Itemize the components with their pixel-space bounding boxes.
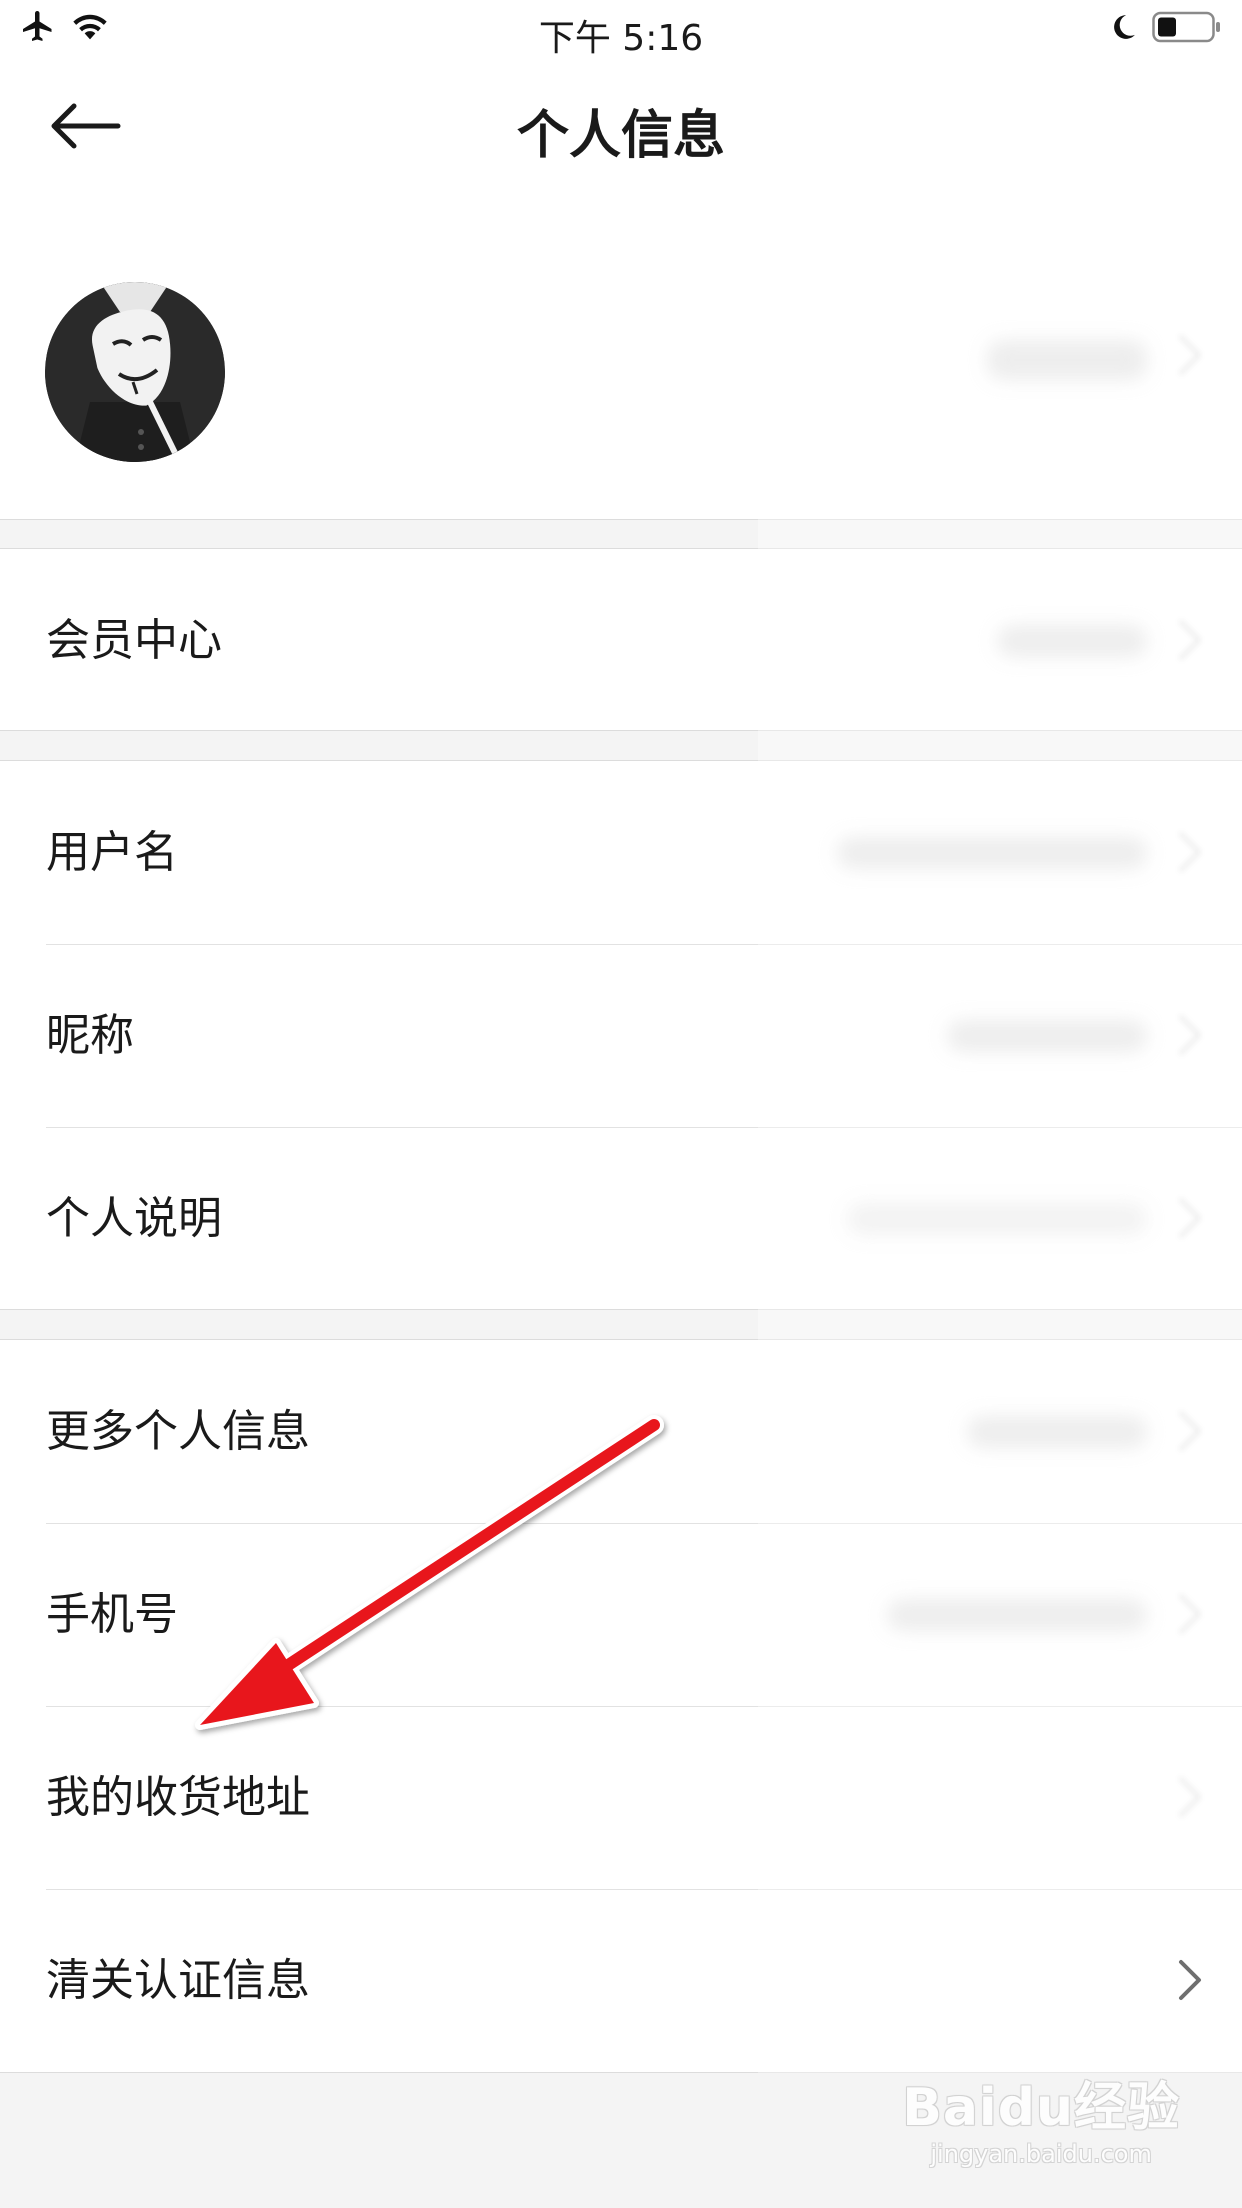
row-label: 昵称 [46, 1010, 134, 1061]
status-time: 下午 5:16 [538, 18, 704, 59]
row-label: 更多个人信息 [46, 1406, 310, 1457]
row-label: 会员中心 [46, 615, 222, 666]
battery-icon [1152, 11, 1220, 43]
page-title: 个人信息 [516, 106, 725, 166]
watermark: Baidu经验 jingyan.baidu.com [902, 2065, 1180, 2168]
avatar-image [45, 282, 225, 462]
avatar[interactable] [45, 282, 225, 462]
nav-bar: 个人信息 [0, 62, 1242, 190]
status-right [1108, 10, 1222, 44]
watermark-url: jingyan.baidu.com [930, 2140, 1152, 2168]
watermark-logo: Baidu经验 [902, 2078, 1180, 2138]
moon-icon [1114, 15, 1135, 39]
status-bar: 下午 5:16 [0, 0, 1242, 62]
row-label: 我的收货地址 [46, 1772, 310, 1823]
row-label: 用户名 [46, 827, 178, 878]
row-label: 清关认证信息 [46, 1955, 310, 2006]
privacy-blur-overlay [758, 190, 1242, 2073]
row-label: 个人说明 [46, 1193, 222, 1244]
row-label: 手机号 [46, 1589, 178, 1640]
screen: 下午 5:16 个人信息 会员中心 用户名 昵称 个人说明 更多个人信息 手机号… [0, 0, 1242, 2208]
